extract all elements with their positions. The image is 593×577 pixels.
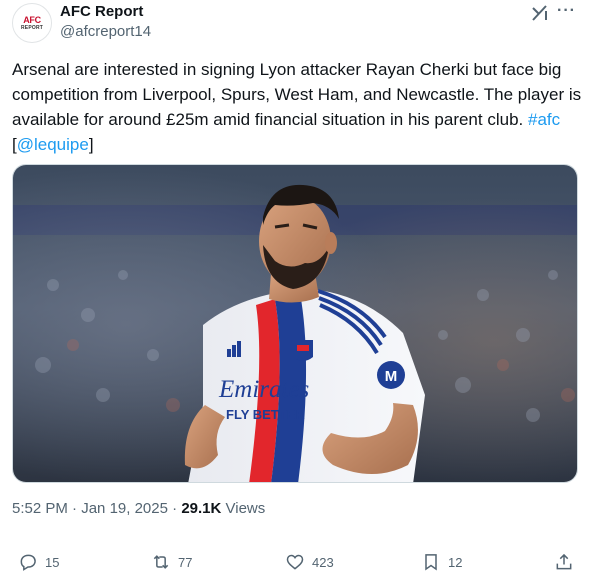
- views-label: Views: [225, 500, 266, 517]
- shirt-sponsor: Emirates: [218, 376, 309, 403]
- author-name[interactable]: AFC Report: [60, 3, 143, 20]
- avatar-logo-text: AFC: [23, 14, 41, 25]
- shirt-sponsor-tagline: FLY BETTER: [226, 407, 305, 422]
- repost-icon: [153, 555, 169, 569]
- tweet-text: Arsenal are interested in signing Lyon a…: [12, 57, 582, 157]
- like-button[interactable]: 423: [285, 552, 334, 572]
- tweet-meta: 5:52 PM · Jan 19, 2025 · 29.1K Views: [12, 500, 265, 517]
- tweet-card: AFC REPORT AFC Report @afcreport14 ··· A…: [0, 0, 593, 577]
- tweet-date[interactable]: Jan 19, 2025: [81, 500, 168, 517]
- meta-separator-1: ·: [72, 500, 78, 517]
- bookmark-button[interactable]: 12: [421, 552, 462, 572]
- tweet-photo[interactable]: M Emirates FLY BETTER: [12, 164, 578, 483]
- repost-count: 77: [178, 554, 193, 570]
- reply-button[interactable]: 15: [18, 552, 59, 572]
- reply-icon: [20, 554, 36, 571]
- like-count: 423: [312, 554, 334, 570]
- meta-separator-2: ·: [172, 500, 178, 517]
- mention-link[interactable]: @lequipe: [17, 135, 89, 154]
- share-button[interactable]: [554, 552, 574, 572]
- tweet-body: Arsenal are interested in signing Lyon a…: [12, 60, 582, 129]
- hashtag-link[interactable]: #afc: [528, 110, 560, 129]
- club-crest: [293, 340, 313, 361]
- bookmark-count: 12: [448, 554, 463, 570]
- like-icon: [286, 554, 304, 570]
- author-handle[interactable]: @afcreport14: [60, 23, 151, 40]
- action-bar: 15 77 423 12: [0, 548, 593, 576]
- share-icon: [556, 553, 572, 570]
- repost-button[interactable]: 77: [151, 552, 192, 572]
- grok-icon[interactable]: [530, 3, 550, 23]
- author-avatar[interactable]: AFC REPORT: [12, 3, 52, 43]
- tweet-time[interactable]: 5:52 PM: [12, 500, 68, 517]
- bookmark-icon: [425, 554, 437, 571]
- avatar-logo-subtext: REPORT: [20, 24, 44, 31]
- more-icon[interactable]: ···: [557, 2, 576, 20]
- mention-bracket-close: ]: [88, 135, 94, 154]
- player-photo: M Emirates FLY BETTER: [13, 165, 577, 482]
- reply-count: 15: [45, 554, 60, 570]
- views-count: 29.1K: [181, 500, 222, 517]
- sleeve-badge-text: M: [385, 368, 398, 385]
